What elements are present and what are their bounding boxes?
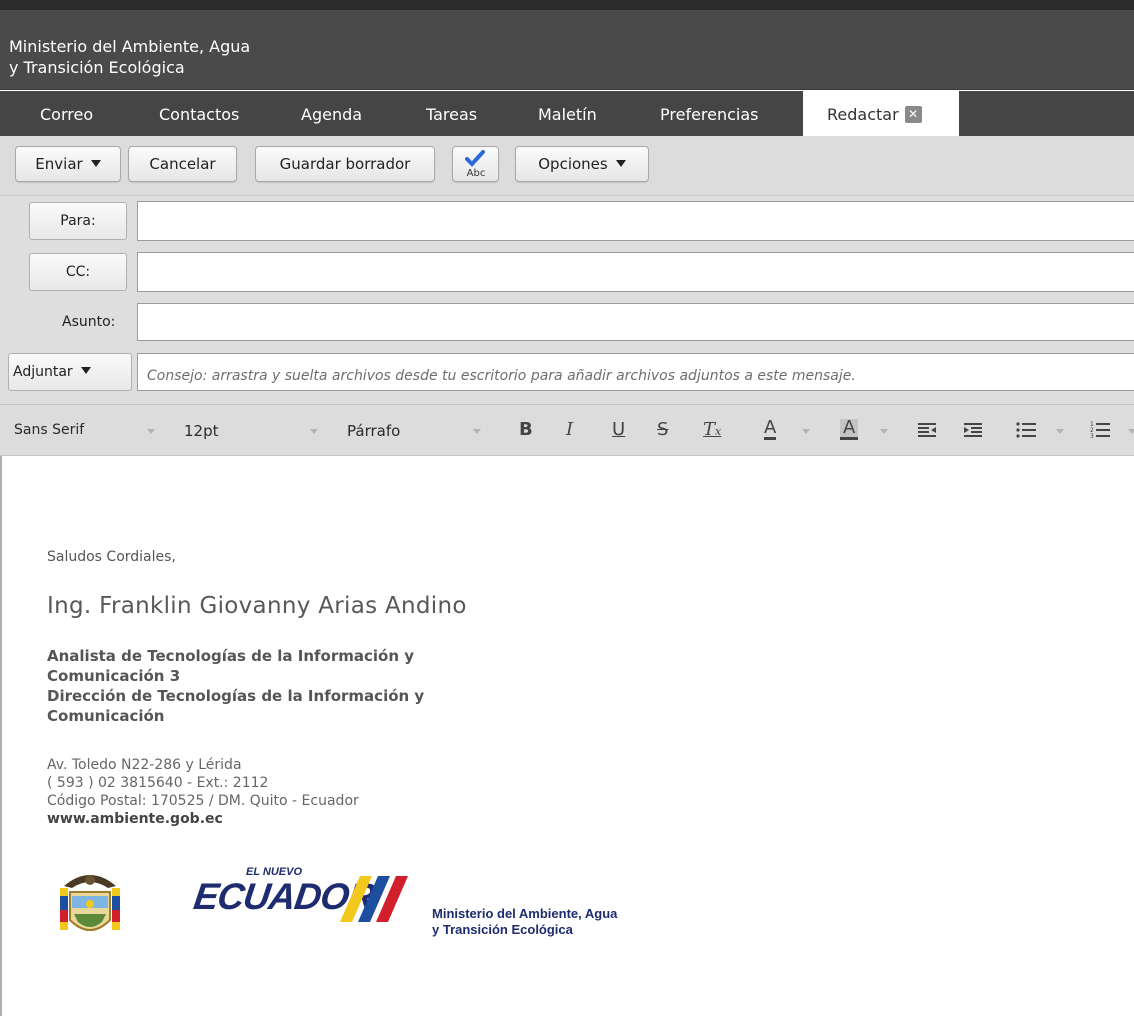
ecuador-brand: EL NUEVO ECUADOR [191, 866, 408, 936]
to-button[interactable]: Para: [29, 202, 127, 240]
chevron-down-icon[interactable] [473, 429, 481, 434]
save-draft-button[interactable]: Guardar borrador [255, 146, 435, 182]
signature-logo: EL NUEVO ECUADOR Ministerio del Ambiente… [50, 866, 630, 946]
tab-contactos[interactable]: Contactos [159, 91, 239, 136]
send-label: Enviar [35, 155, 83, 173]
address-postal: Código Postal: 170525 / DM. Quito - Ecua… [47, 793, 359, 809]
coat-of-arms-icon [60, 875, 120, 931]
signature-website-link[interactable]: www.ambiente.gob.ec [47, 810, 359, 828]
signature-name: Ing. Franklin Giovanny Arias Andino [47, 593, 467, 619]
tab-redactar[interactable]: Redactar ✕ [803, 91, 959, 136]
svg-text:3: 3 [1090, 433, 1094, 440]
flag-stripes-icon [340, 876, 408, 922]
signature-address: Av. Toledo N22-286 y Lérida ( 593 ) 02 3… [47, 756, 359, 828]
attach-hint: Consejo: arrastra y suelta archivos desd… [147, 368, 856, 384]
chevron-down-icon[interactable] [1056, 429, 1064, 434]
chevron-down-icon[interactable] [147, 429, 155, 434]
logo-ministry-line1: Ministerio del Ambiente, Agua [432, 906, 618, 921]
block-format-select[interactable]: Párrafo [347, 422, 400, 440]
app-header: Ministerio del Ambiente, Agua y Transici… [0, 10, 1134, 90]
text-color-icon[interactable]: A [764, 419, 777, 440]
format-toolbar: Sans Serif 12pt Párrafo B I U S Tx A A 1… [0, 404, 1134, 456]
indent-icon[interactable] [964, 422, 982, 438]
spellcheck-icon-text: Abc [466, 168, 485, 179]
tab-tareas[interactable]: Tareas [426, 91, 477, 136]
close-tab-icon[interactable]: ✕ [904, 106, 922, 123]
chevron-down-icon[interactable] [880, 429, 888, 434]
cc-button[interactable]: CC: [29, 253, 127, 291]
tab-correo[interactable]: Correo [40, 91, 93, 136]
tab-maletin[interactable]: Maletín [538, 91, 597, 136]
logo-ministry-line2: y Transición Ecológica [432, 922, 573, 937]
font-family-select[interactable]: Sans Serif [14, 422, 84, 438]
bold-icon[interactable]: B [519, 419, 533, 441]
tab-redactar-label: Redactar [827, 105, 899, 124]
italic-icon[interactable]: I [566, 419, 573, 441]
signature-role-line1: Analista de Tecnologías de la Informació… [47, 647, 415, 685]
options-label: Opciones [538, 155, 608, 173]
address-phone: ( 593 ) 02 3815640 - Ext.: 2112 [47, 775, 269, 791]
chevron-down-icon [615, 160, 626, 167]
chevron-down-icon[interactable] [1128, 429, 1134, 434]
org-name: Ministerio del Ambiente, Agua y Transici… [9, 36, 250, 78]
chevron-down-icon[interactable] [802, 429, 810, 434]
chevron-down-icon[interactable] [310, 429, 318, 434]
outdent-icon[interactable] [918, 422, 936, 438]
options-button[interactable]: Opciones [515, 146, 649, 182]
app-tabs: Correo Contactos Agenda Tareas Maletín P… [0, 91, 1134, 136]
signature-role: Analista de Tecnologías de la Informació… [47, 646, 517, 726]
address-street: Av. Toledo N22-286 y Lérida [47, 757, 242, 773]
compose-fields: Para: CC: Asunto: Adjuntar Consejo: arra… [0, 196, 1134, 404]
numbered-list-icon[interactable]: 1 2 3 [1090, 420, 1110, 440]
underline-icon[interactable]: U [612, 419, 625, 441]
tab-agenda[interactable]: Agenda [301, 91, 362, 136]
attach-label: Adjuntar [13, 364, 73, 380]
font-size-select[interactable]: 12pt [184, 422, 219, 440]
subject-field[interactable] [137, 303, 1134, 341]
window-top-bar [0, 0, 1134, 10]
send-button[interactable]: Enviar [15, 146, 121, 182]
cancel-button[interactable]: Cancelar [128, 146, 237, 182]
greeting-text: Saludos Cordiales, [47, 549, 176, 565]
compose-toolbar: Enviar Cancelar Guardar borrador Abc Opc… [0, 136, 1134, 196]
logo-ministry-name: Ministerio del Ambiente, Agua y Transici… [432, 906, 617, 938]
spellcheck-icon: Abc [464, 150, 485, 179]
chevron-down-icon [90, 160, 101, 167]
subject-label: Asunto: [62, 314, 116, 330]
message-body-editor[interactable]: Saludos Cordiales, Ing. Franklin Giovann… [0, 456, 1134, 1016]
signature-role-line2: Dirección de Tecnologías de la Informaci… [47, 687, 425, 725]
tab-preferencias[interactable]: Preferencias [660, 91, 759, 136]
attach-button[interactable]: Adjuntar [8, 353, 132, 391]
highlight-color-icon[interactable]: A [840, 419, 859, 440]
org-name-line2: y Transición Ecológica [9, 58, 185, 77]
spellcheck-button[interactable]: Abc [452, 146, 499, 182]
bullet-list-icon[interactable] [1016, 422, 1036, 438]
to-field[interactable] [137, 201, 1134, 241]
clear-format-icon[interactable]: Tx [703, 419, 721, 443]
strikethrough-icon[interactable]: S [657, 419, 668, 441]
org-name-line1: Ministerio del Ambiente, Agua [9, 37, 251, 56]
cc-field[interactable] [137, 252, 1134, 292]
chevron-down-icon [80, 367, 91, 374]
